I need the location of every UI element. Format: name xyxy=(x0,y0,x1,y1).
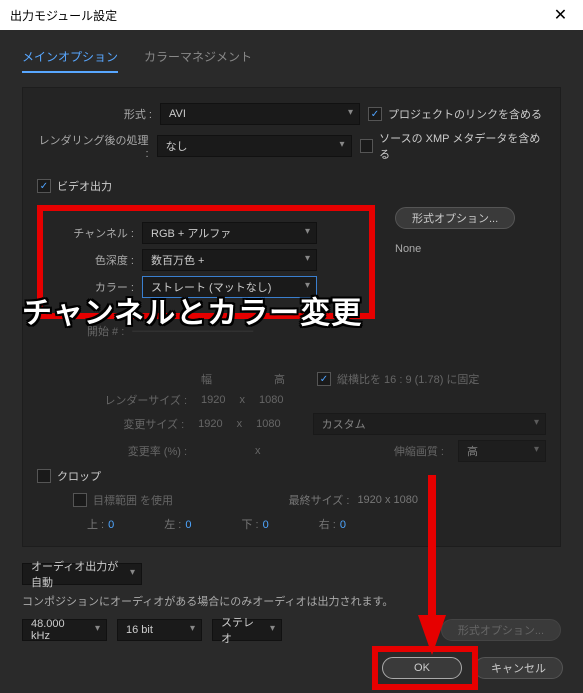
depth-select[interactable]: 数百万色 + xyxy=(142,249,317,271)
video-format-options-button[interactable]: 形式オプション... xyxy=(395,207,515,229)
resize-preset-select[interactable]: カスタム xyxy=(313,413,546,435)
crop-checkbox[interactable]: クロップ xyxy=(37,468,101,484)
audio-output-mode-select[interactable]: オーディオ出力が自動 xyxy=(22,563,142,585)
use-target-checkbox[interactable]: 目標範囲 を使用 xyxy=(73,492,173,508)
post-render-label: レンダリング後の処理 : xyxy=(37,132,149,160)
height-header: 高 xyxy=(274,371,285,387)
check-icon xyxy=(368,107,382,121)
audio-rate-select[interactable]: 48.000 kHz xyxy=(22,619,107,641)
final-size-label: 最終サイズ : xyxy=(289,492,350,508)
final-size-value: 1920 x 1080 xyxy=(357,494,418,506)
include-project-link-checkbox[interactable]: プロジェクトのリンクを含める xyxy=(368,106,542,122)
ok-button[interactable]: OK xyxy=(382,657,462,679)
change-rate-label: 変更率 (%) : xyxy=(97,443,187,459)
format-label: 形式 : xyxy=(37,106,152,122)
post-render-select[interactable]: なし xyxy=(157,135,352,157)
audio-format-options-button[interactable]: 形式オプション... xyxy=(441,619,561,641)
close-button[interactable]: ✕ xyxy=(538,0,583,30)
stretch-quality-label: 伸縮画質 : xyxy=(394,443,444,459)
checkbox-icon xyxy=(73,493,87,507)
change-size-label: 変更サイズ : xyxy=(97,416,184,432)
cancel-button[interactable]: キャンセル xyxy=(474,657,563,679)
audio-channel-select[interactable]: ステレオ xyxy=(212,619,282,641)
tab-bar: メインオプション カラーマネジメント xyxy=(22,48,561,73)
audio-note: コンポジションにオーディオがある場合にのみオーディオは出力されます。 xyxy=(22,593,561,609)
crop-top: 上 :0 xyxy=(87,516,114,532)
crop-right: 右 :0 xyxy=(319,516,346,532)
lock-aspect-checkbox[interactable]: 縦横比を 16 : 9 (1.78) に固定 xyxy=(317,371,479,387)
audio-bit-select[interactable]: 16 bit xyxy=(117,619,202,641)
dialog-footer: OK キャンセル xyxy=(382,657,563,679)
video-output-checkbox[interactable]: ビデオ出力 xyxy=(37,178,112,194)
tab-main-options[interactable]: メインオプション xyxy=(22,48,118,73)
channel-select[interactable]: RGB + アルファ xyxy=(142,222,317,244)
width-header: 幅 xyxy=(201,371,212,387)
annotation-text: チャンネルとカラー変更 xyxy=(22,288,362,332)
crop-left: 左 :0 xyxy=(164,516,191,532)
stretch-quality-select[interactable]: 高 xyxy=(458,440,546,462)
tab-color-management[interactable]: カラーマネジメント xyxy=(144,48,252,73)
render-size-label: レンダーサイズ : xyxy=(97,392,187,408)
window-title: 出力モジュール設定 xyxy=(10,7,117,24)
channel-label: チャンネル : xyxy=(49,225,134,241)
codec-none-label: None xyxy=(395,243,515,255)
format-select[interactable]: AVI xyxy=(160,103,360,125)
crop-bottom: 下 :0 xyxy=(242,516,269,532)
checkbox-icon xyxy=(360,139,374,153)
check-icon xyxy=(37,179,51,193)
check-icon xyxy=(317,372,331,386)
depth-label: 色深度 : xyxy=(49,252,134,268)
checkbox-icon xyxy=(37,469,51,483)
title-bar: 出力モジュール設定 ✕ xyxy=(0,0,583,30)
include-xmp-checkbox[interactable]: ソースの XMP メタデータを含める xyxy=(360,130,546,162)
